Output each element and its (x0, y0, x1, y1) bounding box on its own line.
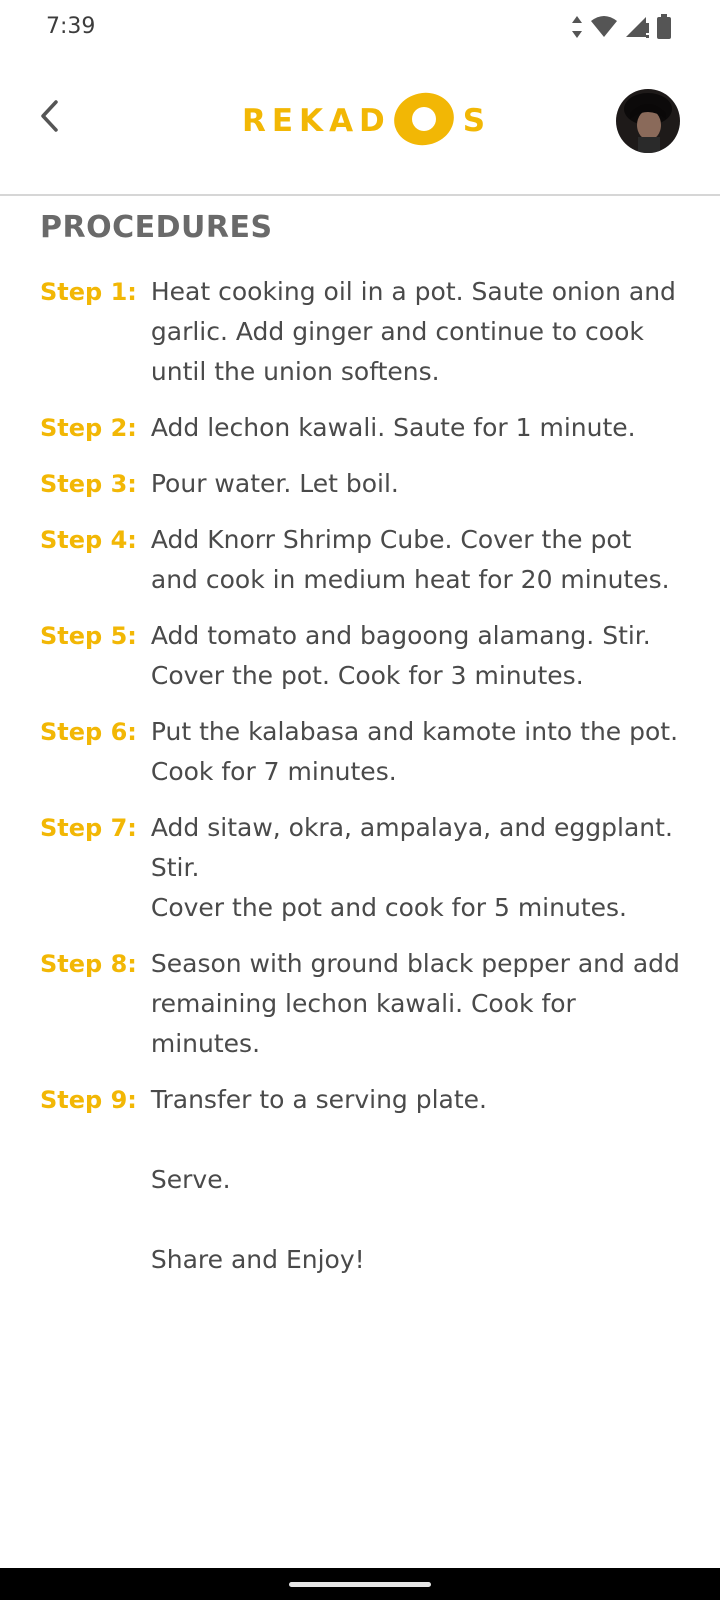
step-item: Step 7: Add sitaw, okra, ampalaya, and e… (40, 808, 680, 928)
step-label: Step 2: (40, 414, 137, 442)
procedures-section: PROCEDURES Step 1: Heat cooking oil in a… (40, 206, 680, 1296)
step-text: Transfer to a serving plate. Serve. Shar… (150, 1085, 488, 1274)
battery-icon (656, 14, 672, 40)
step-label: Step 7: (40, 814, 137, 842)
step-item: Step 5: Add tomato and bagoong alamang. … (40, 616, 680, 696)
step-label: Step 1: (40, 278, 137, 306)
wifi-icon (590, 15, 618, 39)
step-item: Step 6: Put the kalabasa and kamote into… (40, 712, 680, 792)
step-item: Step 3: Pour water. Let boil. (40, 464, 680, 504)
step-label: Step 4: (40, 526, 137, 554)
chevron-left-icon (41, 100, 58, 132)
step-label: Step 3: (40, 470, 137, 498)
data-arrows-icon (570, 15, 584, 39)
app-logo: REKAD S (242, 90, 491, 152)
avatar[interactable] (616, 89, 680, 153)
step-text: Add Knorr Shrimp Cube. Cover the pot and… (150, 525, 670, 594)
system-navigation-bar (0, 1568, 720, 1600)
step-text: Add sitaw, okra, ampalaya, and eggplant.… (150, 813, 673, 922)
section-title: PROCEDURES (40, 210, 273, 245)
logo-text-right: S (462, 103, 492, 139)
step-text: Pour water. Let boil. (150, 469, 399, 498)
step-item: Step 2: Add lechon kawali. Saute for 1 m… (40, 408, 680, 448)
step-item: Step 8: Season with ground black pepper … (40, 944, 680, 1064)
step-label: Step 5: (40, 622, 137, 650)
status-icons (570, 12, 672, 42)
step-item: Step 1: Heat cooking oil in a pot. Saute… (40, 272, 680, 392)
step-label: Step 8: (40, 950, 137, 978)
signal-icon (624, 15, 650, 39)
logo-text-left: REKAD (242, 103, 391, 139)
step-text: Heat cooking oil in a pot. Saute onion a… (150, 277, 676, 386)
logo-mark-icon (391, 90, 457, 153)
home-gesture-handle[interactable] (289, 1582, 431, 1587)
step-label: Step 9: (40, 1086, 137, 1114)
status-time: 7:39 (46, 14, 96, 39)
back-button[interactable] (30, 96, 70, 136)
step-text: Season with ground black pepper and add … (150, 949, 680, 1058)
step-text: Add lechon kawali. Saute for 1 minute. (150, 413, 636, 442)
step-item: Step 9: Transfer to a serving plate. Ser… (40, 1080, 680, 1280)
step-text: Put the kalabasa and kamote into the pot… (150, 717, 679, 786)
app-header: REKAD S (0, 56, 720, 196)
status-bar: 7:39 (0, 0, 720, 56)
steps-list: Step 1: Heat cooking oil in a pot. Saute… (40, 272, 680, 1280)
step-label: Step 6: (40, 718, 137, 746)
step-item: Step 4: Add Knorr Shrimp Cube. Cover the… (40, 520, 680, 600)
step-text: Add tomato and bagoong alamang. Stir. Co… (150, 621, 651, 690)
